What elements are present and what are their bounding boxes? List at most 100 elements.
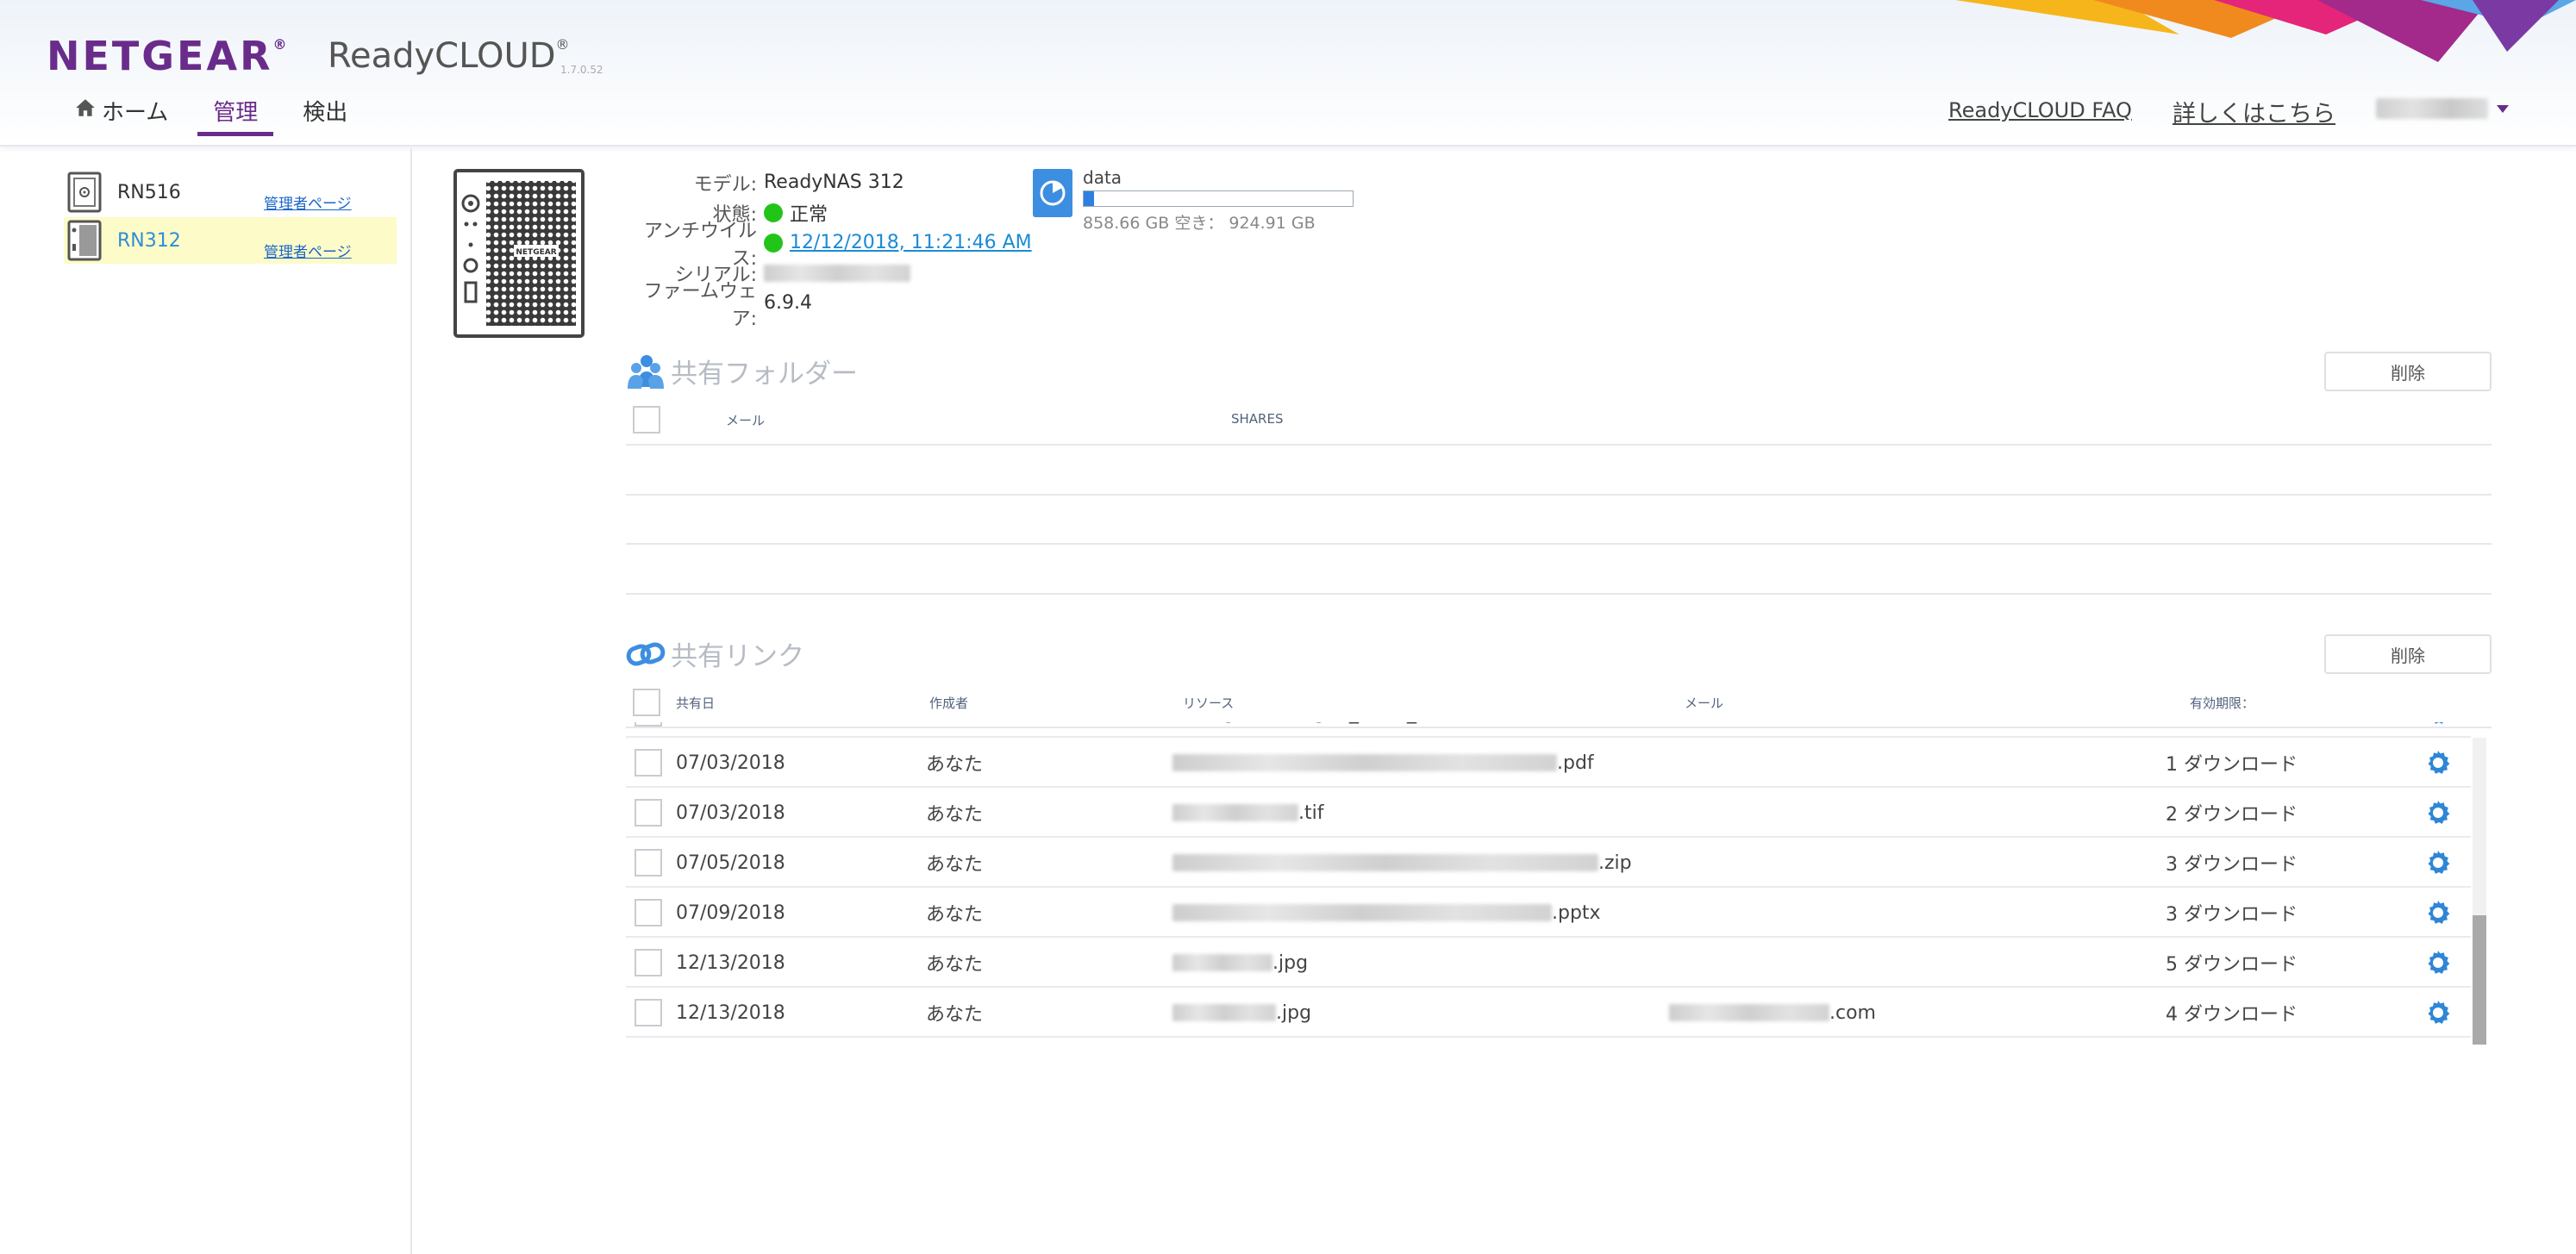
- nav-discover-label: 検出: [303, 100, 348, 126]
- gear-icon[interactable]: [2424, 799, 2452, 827]
- firmware-value: 6.9.4: [764, 292, 812, 314]
- home-icon: [76, 99, 95, 116]
- row-checkbox[interactable]: [635, 899, 662, 926]
- row-resource: .pdf: [1172, 738, 1594, 788]
- gear-icon[interactable]: [2424, 749, 2452, 777]
- row-date: 07/05/2018: [676, 852, 785, 874]
- blurred-filename: [1172, 904, 1552, 921]
- device-name-rn516: RN516: [117, 181, 181, 203]
- shared-links-title: 共有リンク: [671, 641, 804, 672]
- info-row-model: モデル: ReadyNAS 312: [621, 167, 1032, 197]
- row-checkbox[interactable]: [635, 749, 662, 777]
- row-creator: あなた: [926, 954, 984, 976]
- row-creator: あなた: [926, 754, 984, 776]
- column-header-resource: リソース: [1183, 696, 1235, 711]
- row-checkbox[interactable]: [635, 849, 662, 877]
- shared-folders-heading: 共有フォルダー: [626, 352, 858, 390]
- gear-icon[interactable]: [2424, 899, 2452, 926]
- row-settings[interactable]: [2424, 788, 2452, 838]
- row-resource: .tif: [1172, 788, 1323, 838]
- learn-more-link[interactable]: 詳しくはこちら: [2173, 95, 2335, 128]
- row-resource: .jpg: [1172, 938, 1308, 988]
- version-label: 1.7.0.52: [560, 64, 603, 76]
- admin-page-link-rn312[interactable]: 管理者ページ: [264, 240, 352, 261]
- antivirus-timestamp-link[interactable]: 12/12/2018, 11:21:46 AM: [790, 232, 1032, 253]
- shared-folders-title: 共有フォルダー: [671, 359, 858, 390]
- row-date: 12/13/2018: [676, 1001, 785, 1024]
- table-row: 07/03/2018 あなた Storage Catalogue_2018_20…: [626, 722, 2471, 738]
- volume-name: data: [1083, 167, 1122, 188]
- model-value: ReadyNAS 312: [764, 172, 904, 193]
- gear-icon[interactable]: [2424, 999, 2452, 1026]
- nav-discover[interactable]: 検出: [280, 95, 370, 136]
- divider: [626, 593, 2492, 595]
- shared-links-list[interactable]: 07/03/2018 あなた Storage Catalogue_2018_20…: [626, 722, 2492, 1053]
- sidebar-device-rn312[interactable]: RN312 管理者ページ: [64, 217, 397, 264]
- faq-link[interactable]: ReadyCLOUD FAQ: [1948, 98, 2132, 122]
- shared-folders-select-all-checkbox[interactable]: [633, 406, 660, 434]
- shared-folders-delete-button[interactable]: 削除: [2324, 352, 2492, 391]
- row-settings[interactable]: [2424, 938, 2452, 988]
- divider: [626, 543, 2492, 545]
- row-settings[interactable]: [2424, 738, 2452, 788]
- row-date: 07/03/2018: [676, 802, 785, 824]
- blurred-email: [1669, 1004, 1829, 1021]
- user-account-menu[interactable]: [2376, 98, 2509, 119]
- column-header-expiry: 有効期限：: [2190, 696, 2255, 711]
- firmware-label: ファームウェア:: [643, 280, 757, 330]
- row-creator: あなた: [926, 854, 984, 876]
- antivirus-ok-icon: [764, 233, 783, 253]
- admin-page-link-rn516[interactable]: 管理者ページ: [264, 191, 352, 213]
- info-row-antivirus: アンチウイルス: 12/12/2018, 11:21:46 AM: [621, 221, 1032, 270]
- row-expiry: 3 ダウンロード: [2166, 854, 2298, 876]
- row-expiry: 4 ダウンロード: [2166, 1004, 2298, 1026]
- row-resource-ext: .pdf: [1557, 752, 1594, 774]
- row-checkbox[interactable]: [635, 949, 662, 976]
- row-checkbox[interactable]: [635, 722, 662, 727]
- nav-home[interactable]: ホーム: [52, 95, 191, 136]
- gear-icon[interactable]: [2424, 849, 2452, 877]
- status-value-wrap: 正常: [764, 199, 828, 227]
- info-row-firmware: ファームウェア: 6.9.4: [621, 281, 1032, 330]
- sidebar-device-rn516[interactable]: RN516 管理者ページ: [64, 169, 397, 215]
- row-creator: あなた: [926, 804, 984, 826]
- users-icon: [628, 354, 664, 389]
- gear-icon[interactable]: [2424, 722, 2452, 727]
- blurred-filename: [1172, 854, 1598, 871]
- column-header-shares: SHARES: [1231, 411, 1284, 427]
- row-settings[interactable]: [2424, 988, 2452, 1038]
- product-registered-mark: ®: [555, 36, 570, 53]
- chain-link-icon: [626, 641, 666, 666]
- blurred-filename: [1172, 754, 1557, 771]
- row-checkbox[interactable]: [635, 999, 662, 1026]
- netgear-logo: NETGEAR®: [47, 33, 290, 79]
- row-settings[interactable]: [2424, 722, 2452, 738]
- row-resource-ext: .jpg: [1272, 951, 1309, 974]
- status-value: 正常: [790, 203, 828, 226]
- row-checkbox[interactable]: [635, 799, 662, 827]
- row-expiry: 5 ダウンロード: [2166, 954, 2298, 976]
- nav-manage[interactable]: 管理: [191, 95, 280, 136]
- shared-links-delete-button[interactable]: 削除: [2324, 634, 2492, 674]
- blurred-filename: [1172, 954, 1272, 971]
- row-settings[interactable]: [2424, 888, 2452, 938]
- nas-device-illustration: NETGEAR: [453, 169, 585, 338]
- column-header-email: メール: [726, 413, 766, 428]
- row-date: 07/03/2018: [676, 752, 785, 774]
- serial-value: [764, 264, 910, 282]
- row-settings[interactable]: [2424, 838, 2452, 888]
- row-resource: .pptx: [1172, 888, 1601, 938]
- gear-icon[interactable]: [2424, 949, 2452, 976]
- row-date: 07/09/2018: [676, 902, 785, 924]
- divider: [626, 444, 2492, 446]
- antivirus-value-wrap: 12/12/2018, 11:21:46 AM: [764, 232, 1032, 253]
- scrollbar-thumb[interactable]: [2473, 915, 2486, 1045]
- table-row: 07/03/2018 あなた .pdf 1 ダウンロード: [626, 738, 2471, 788]
- nas-device-icon: [67, 220, 102, 261]
- table-row: 12/13/2018 あなた .jpg 5 ダウンロード: [626, 938, 2471, 988]
- shared-links-scrollbar[interactable]: [2473, 738, 2486, 1045]
- row-creator: あなた: [926, 722, 983, 738]
- shared-links-select-all-checkbox[interactable]: [633, 689, 660, 716]
- model-label: モデル:: [693, 173, 757, 196]
- pie-chart-icon: [1033, 169, 1072, 217]
